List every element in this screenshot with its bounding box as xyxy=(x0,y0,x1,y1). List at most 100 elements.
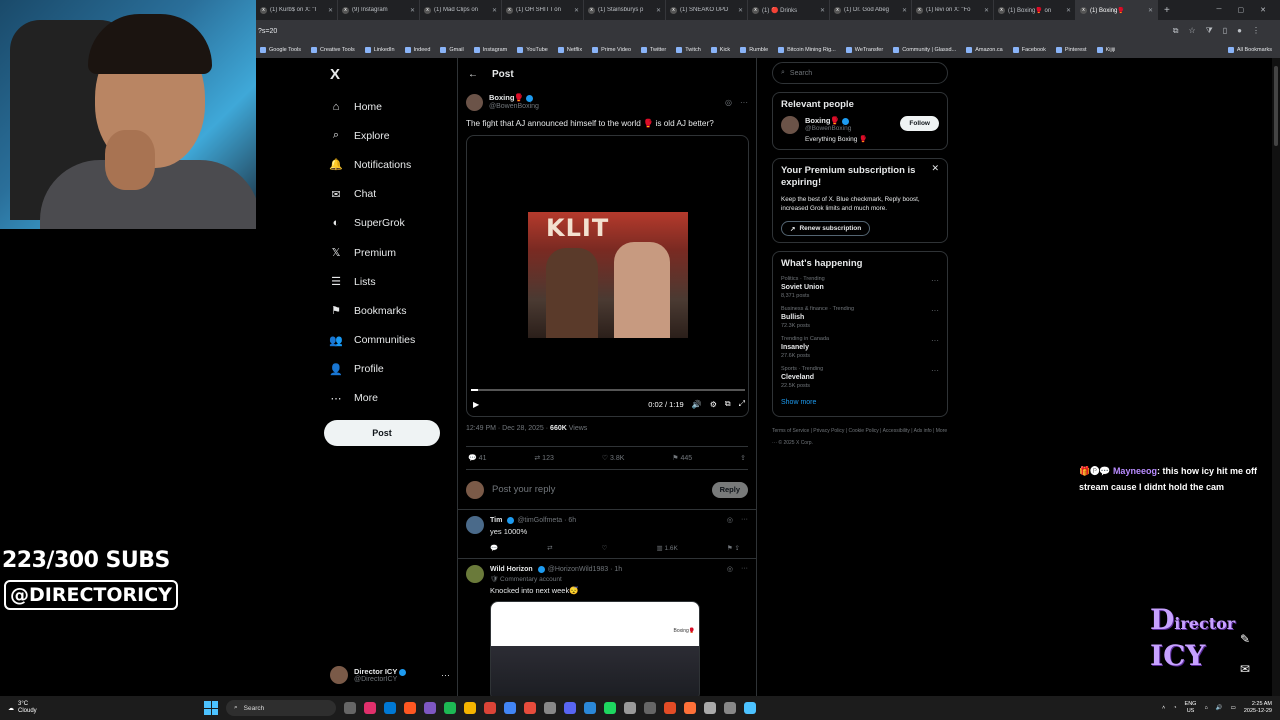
close-tab-icon[interactable]: ✕ xyxy=(410,7,415,14)
close-tab-icon[interactable]: ✕ xyxy=(738,7,743,14)
taskbar-app-icon[interactable] xyxy=(624,702,636,714)
nav-item-home[interactable]: ⌂ Home xyxy=(328,92,458,121)
nav-item-supergrok[interactable]: ◐ SuperGrok xyxy=(328,209,458,238)
trend-item[interactable]: Business & finance · Trending Bullish 72.3… xyxy=(781,306,939,329)
pip-icon[interactable]: ⧉ xyxy=(725,399,731,409)
close-tab-icon[interactable]: ✕ xyxy=(1148,7,1153,14)
bookmark-item[interactable]: WeTransfer xyxy=(845,47,883,53)
menu-icon[interactable]: ⋮ xyxy=(1252,26,1260,36)
author-name[interactable]: Boxing🥊 xyxy=(489,93,524,102)
nav-item-lists[interactable]: ☰ Lists xyxy=(328,267,458,296)
bookmark-item[interactable]: Bitcoin Mining Rig... xyxy=(778,47,836,53)
list-item[interactable]: Wild Horizon @HorizonWild1983 · 1h ◎ ··· … xyxy=(458,559,756,708)
taskbar-app-icon[interactable] xyxy=(464,702,476,714)
volume-icon[interactable]: 🔊 xyxy=(692,400,702,409)
search-input[interactable]: ⌕ Search xyxy=(772,62,948,84)
taskbar-app-icon[interactable] xyxy=(404,702,416,714)
show-more-link[interactable]: Show more xyxy=(781,399,939,406)
nav-item-more[interactable]: ⋯ More xyxy=(328,384,458,413)
more-icon[interactable]: ··· xyxy=(441,670,450,680)
more-icon[interactable]: ··· xyxy=(931,366,939,389)
avatar[interactable] xyxy=(466,93,483,111)
taskbar-app-icon[interactable] xyxy=(684,702,696,714)
taskbar-app-icon[interactable] xyxy=(504,702,516,714)
video-player[interactable]: KLIT ▶ 0:02 / 1:19 🔊 ⚙ ⧉ ⤢ xyxy=(466,135,749,417)
taskbar-app-icon[interactable] xyxy=(724,702,736,714)
post-button[interactable]: Post xyxy=(324,420,440,446)
close-tab-icon[interactable]: ✕ xyxy=(984,7,989,14)
browser-tab[interactable]: x (1) OH SHIT I on ✕ xyxy=(502,0,584,20)
follow-button[interactable]: Follow xyxy=(900,116,939,131)
more-icon[interactable]: ··· xyxy=(741,565,748,573)
all-bookmarks[interactable]: All Bookmarks xyxy=(1227,47,1280,53)
close-tab-icon[interactable]: ✕ xyxy=(492,7,497,14)
comment-author[interactable]: Tim xyxy=(490,517,502,524)
video-progress[interactable] xyxy=(471,389,745,391)
bookmark-item[interactable]: Facebook xyxy=(1012,47,1046,53)
taskbar-app-icon[interactable] xyxy=(744,702,756,714)
bookmark-item[interactable]: YouTube xyxy=(517,47,548,53)
nav-item-chat[interactable]: ✉ Chat xyxy=(328,180,458,209)
close-tab-icon[interactable]: ✕ xyxy=(1066,7,1071,14)
bookmark-item[interactable]: Rumble xyxy=(740,47,768,53)
bookmark-item[interactable]: Kijiji xyxy=(1096,47,1115,53)
tweet-timestamp[interactable]: 12:49 PM · Dec 28, 2025 · xyxy=(466,425,550,432)
bookmark-item[interactable]: LinkedIn xyxy=(364,47,395,53)
comment-author[interactable]: Wild Horizon xyxy=(490,566,533,573)
back-arrow-icon[interactable]: ← xyxy=(468,69,478,80)
scrollbar-thumb[interactable] xyxy=(1274,66,1278,146)
taskbar-app-icon[interactable] xyxy=(524,702,536,714)
bookmark-item[interactable]: Kick xyxy=(710,47,730,53)
sidebar-icon[interactable]: ▯ xyxy=(1223,26,1227,36)
reply-action[interactable]: 💬 41 xyxy=(468,454,486,462)
taskbar-app-icon[interactable] xyxy=(604,702,616,714)
taskbar-app-icon[interactable] xyxy=(664,702,676,714)
taskbar-app-icon[interactable] xyxy=(584,702,596,714)
nav-item-premium[interactable]: 𝕏 Premium xyxy=(328,238,458,267)
browser-tab[interactable]: x (1) Boxing🥊 ✕ xyxy=(1076,0,1158,20)
grok-icon[interactable]: ◎ xyxy=(727,516,733,524)
bookmark-item[interactable]: Amazon.ca xyxy=(966,47,1003,53)
bookmark-item[interactable]: Pinterest xyxy=(1055,47,1087,53)
grok-icon[interactable]: ◎ xyxy=(727,565,733,573)
bookmark-icon[interactable]: ⚑ ⇪ xyxy=(727,544,740,552)
renew-subscription-button[interactable]: ↗ Renew subscription xyxy=(781,221,871,236)
account-switcher[interactable]: Director ICY @DirectorICY ··· xyxy=(330,660,450,690)
star-icon[interactable]: ☆ xyxy=(1188,26,1195,36)
taskbar-app-icon[interactable] xyxy=(704,702,716,714)
taskbar-app-icon[interactable] xyxy=(364,702,376,714)
close-icon[interactable]: ✕ xyxy=(931,163,939,174)
taskbar-app-icon[interactable] xyxy=(344,702,356,714)
bookmark-item[interactable]: Twitter xyxy=(641,47,666,53)
video-thumbnail[interactable]: KLIT xyxy=(528,212,688,338)
person-name[interactable]: Boxing🥊 xyxy=(805,116,840,125)
share-icon[interactable]: ⇪ xyxy=(740,454,746,462)
comment-handle[interactable]: @timGolfmeta · 6h xyxy=(517,517,576,524)
chevron-up-icon[interactable]: ˄ xyxy=(1162,705,1165,711)
fullscreen-icon[interactable]: ⤢ xyxy=(739,399,745,409)
maximize-icon[interactable]: ▢ xyxy=(1238,6,1245,14)
trend-item[interactable]: Sports · Trending Cleveland 22.5K posts ··· xyxy=(781,366,939,389)
browser-tab[interactable]: x (9) Instagram ✕ xyxy=(338,0,420,20)
close-tab-icon[interactable]: ✕ xyxy=(902,7,907,14)
reply-icon[interactable]: 💬 xyxy=(490,544,498,552)
close-tab-icon[interactable]: ✕ xyxy=(656,7,661,14)
footer-links[interactable]: Terms of Service | Privacy Policy | Cook… xyxy=(772,425,948,449)
taskbar-app-icon[interactable] xyxy=(384,702,396,714)
page-scrollbar[interactable] xyxy=(1272,58,1280,696)
nav-item-communities[interactable]: 👥 Communities xyxy=(328,326,458,355)
bookmark-item[interactable]: Prime Video xyxy=(592,47,631,53)
clock[interactable]: 2:25 AM 2025-12-29 xyxy=(1244,701,1272,715)
browser-tab[interactable]: x (1) Mad Clips on ✕ xyxy=(420,0,502,20)
like-action[interactable]: ♡ 3.8K xyxy=(602,454,625,462)
weather-widget[interactable]: ☁ 3°C Cloudy xyxy=(0,701,200,715)
nav-item-bookmarks[interactable]: ⚑ Bookmarks xyxy=(328,296,458,325)
message-icon[interactable]: ✉ xyxy=(1240,662,1250,676)
browser-tab[interactable]: x (1) Stainsburys p ✕ xyxy=(584,0,666,20)
close-tab-icon[interactable]: ✕ xyxy=(574,7,579,14)
extensions-icon[interactable]: ⧩ xyxy=(1206,26,1213,36)
reply-input[interactable]: Post your reply xyxy=(492,484,704,495)
nav-item-explore[interactable]: ⌕ Explore xyxy=(328,121,458,150)
more-icon[interactable]: ··· xyxy=(740,98,748,107)
reply-button[interactable]: Reply xyxy=(711,481,748,498)
